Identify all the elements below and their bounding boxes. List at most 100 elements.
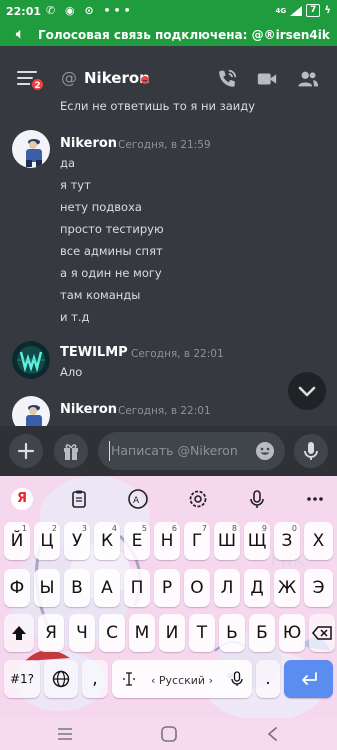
- system-nav-bar: [0, 718, 337, 750]
- jump-to-latest-button[interactable]: [288, 372, 326, 410]
- space-language-label: ‹ Русский ›: [151, 674, 213, 687]
- key[interactable]: Я: [38, 614, 64, 652]
- key[interactable]: С: [99, 614, 125, 652]
- shift-key[interactable]: [4, 614, 34, 652]
- members-icon[interactable]: [297, 68, 319, 90]
- notification-badge: 2: [30, 77, 45, 92]
- key[interactable]: Л: [214, 569, 240, 607]
- key[interactable]: Ю: [279, 614, 305, 652]
- microphone-icon: [231, 671, 243, 686]
- comma-key[interactable]: ,: [82, 660, 108, 698]
- status-right-icons: 4G 7 ϟ: [275, 4, 331, 17]
- keyboard-toolbar: Я A: [0, 476, 337, 520]
- key[interactable]: М: [129, 614, 155, 652]
- signal-icon: [290, 5, 303, 16]
- key-number-hint: 1: [21, 524, 27, 533]
- key[interactable]: Ы: [34, 569, 60, 607]
- enter-icon: [301, 672, 317, 685]
- backspace-key[interactable]: [309, 614, 335, 652]
- voice-call-icon[interactable]: [216, 68, 238, 90]
- key-number-hint: 5: [141, 524, 147, 533]
- nav-home-icon[interactable]: [161, 726, 177, 742]
- key[interactable]: Р: [154, 569, 180, 607]
- yandex-logo-icon[interactable]: Я: [11, 488, 33, 510]
- nav-back-icon[interactable]: [265, 726, 279, 742]
- clipboard-icon[interactable]: [68, 488, 90, 510]
- network-type: 4G: [275, 6, 287, 15]
- key[interactable]: У3: [64, 522, 90, 560]
- emoji-icon[interactable]: [255, 441, 275, 461]
- key-number-hint: 3: [81, 524, 87, 533]
- message-input[interactable]: Написать @Nikeron: [98, 432, 285, 470]
- translate-icon[interactable]: A: [127, 488, 149, 510]
- charging-icon: ϟ: [324, 5, 331, 16]
- key[interactable]: Щ9: [244, 522, 270, 560]
- key[interactable]: Й1: [4, 522, 30, 560]
- key[interactable]: Г7: [184, 522, 210, 560]
- key[interactable]: А: [94, 569, 120, 607]
- dnd-status-icon: [141, 76, 149, 84]
- microphone-icon: [304, 442, 318, 460]
- channel-header: 2 @ Nikeron: [0, 46, 337, 104]
- gift-icon: [64, 444, 78, 460]
- key[interactable]: З0: [274, 522, 300, 560]
- language-key[interactable]: [44, 660, 78, 698]
- text-caret: [109, 441, 110, 461]
- message-line: я тут: [60, 178, 91, 192]
- voice-message-button[interactable]: [294, 434, 328, 468]
- key[interactable]: И: [159, 614, 185, 652]
- message-author[interactable]: Nikeron: [60, 402, 117, 417]
- key[interactable]: В: [64, 569, 90, 607]
- key[interactable]: Ч: [69, 614, 95, 652]
- key[interactable]: Н6: [154, 522, 180, 560]
- key-number-hint: 6: [171, 524, 177, 533]
- key[interactable]: О: [184, 569, 210, 607]
- enter-key[interactable]: [284, 660, 333, 698]
- key[interactable]: Ц2: [34, 522, 60, 560]
- key[interactable]: Д: [244, 569, 270, 607]
- nav-menu-icon[interactable]: [57, 727, 73, 741]
- cursor-icon: [123, 672, 135, 686]
- key-number-hint: 4: [111, 524, 117, 533]
- dictation-icon[interactable]: [246, 488, 268, 510]
- status-notification-icons: ✆ ◉ ⊙ •••: [46, 4, 134, 17]
- avatar[interactable]: [12, 396, 50, 426]
- space-key[interactable]: ‹ Русский ›: [112, 660, 252, 698]
- backspace-icon: [312, 626, 332, 640]
- symbols-key[interactable]: #1?: [4, 660, 40, 698]
- settings-icon[interactable]: [187, 488, 209, 510]
- key[interactable]: Б: [249, 614, 275, 652]
- voice-connected-banner[interactable]: 🔈︎ Голосовая связь подключена: @®irsen4i…: [0, 24, 337, 46]
- message-line: все админы спят: [60, 244, 163, 258]
- message-author[interactable]: TEWILMP: [60, 345, 128, 360]
- key[interactable]: Ш8: [214, 522, 240, 560]
- shift-icon: [12, 626, 26, 640]
- key[interactable]: Х: [304, 522, 333, 560]
- message-author[interactable]: Nikeron: [60, 136, 117, 151]
- message-line: нету подвоха: [60, 200, 142, 214]
- avatar[interactable]: [12, 341, 50, 379]
- message-timestamp: Сегодня, в 22:01: [118, 405, 211, 417]
- avatar[interactable]: [12, 130, 50, 168]
- status-time: 22:01: [6, 5, 42, 18]
- key[interactable]: К4: [94, 522, 120, 560]
- plus-icon: [17, 442, 35, 460]
- key[interactable]: Ж: [274, 569, 300, 607]
- message-line: и т.д: [60, 310, 90, 324]
- message-list[interactable]: Если не ответишь то я ни заиду Nikeron С…: [0, 98, 337, 426]
- key-number-hint: 7: [201, 524, 207, 533]
- key[interactable]: П: [124, 569, 150, 607]
- key[interactable]: Ь: [219, 614, 245, 652]
- key[interactable]: Ф: [4, 569, 30, 607]
- svg-text:A: A: [133, 496, 140, 506]
- key[interactable]: Е5: [124, 522, 150, 560]
- attach-button[interactable]: [9, 434, 43, 468]
- more-icon[interactable]: [304, 488, 326, 510]
- key[interactable]: Т: [189, 614, 215, 652]
- period-key[interactable]: .: [256, 660, 280, 698]
- gift-button[interactable]: [54, 434, 88, 468]
- message-line: Ало: [60, 365, 83, 379]
- video-call-icon[interactable]: [256, 68, 278, 90]
- key[interactable]: Э: [304, 569, 333, 607]
- channel-name: Nikeron: [84, 69, 150, 87]
